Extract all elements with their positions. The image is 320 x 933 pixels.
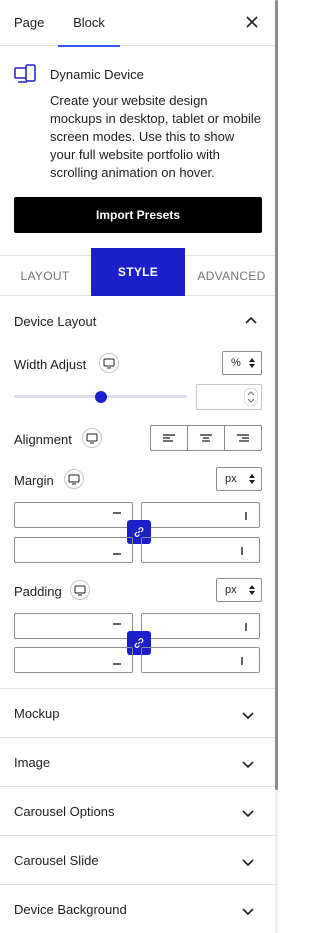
padding-unit-value: px — [225, 584, 237, 596]
panel-title: Image — [14, 755, 51, 770]
panel-title: Carousel Options — [14, 804, 115, 819]
chevron-down-icon — [242, 908, 254, 916]
side-left-icon — [241, 547, 243, 555]
spinner-arrows-icon — [247, 391, 255, 403]
tab-style[interactable]: STYLE — [91, 248, 185, 296]
updown-arrows-icon — [249, 358, 255, 368]
padding-left-input[interactable] — [141, 647, 260, 673]
align-center-icon — [200, 434, 212, 442]
alignment-label: Alignment — [14, 432, 72, 447]
active-tab-indicator — [58, 45, 120, 47]
divider — [0, 835, 275, 836]
chevron-up-icon[interactable] — [244, 314, 258, 328]
side-left-icon — [241, 657, 243, 665]
width-number-input[interactable] — [196, 384, 262, 410]
panel-carousel-options[interactable]: Carousel Options — [0, 788, 275, 836]
tab-advanced[interactable]: ADVANCED — [188, 256, 275, 296]
devices-icon — [14, 64, 36, 83]
padding-bottom-input[interactable] — [14, 647, 133, 673]
tab-block[interactable]: Block — [58, 0, 120, 47]
margin-right-input[interactable] — [141, 502, 260, 528]
chevron-down-icon — [242, 712, 254, 720]
panel-title: Carousel Slide — [14, 853, 99, 868]
side-top-icon — [113, 512, 121, 514]
close-icon[interactable] — [243, 13, 261, 31]
panel-title: Mockup — [14, 706, 60, 721]
chevron-down-icon — [242, 859, 254, 867]
margin-left-input[interactable] — [141, 537, 260, 563]
desktop-icon — [74, 585, 86, 595]
number-spinner[interactable] — [244, 388, 258, 406]
panel-title: Device Background — [14, 902, 127, 917]
side-top-icon — [113, 623, 121, 625]
align-center-button[interactable] — [188, 426, 225, 450]
align-right-button[interactable] — [225, 426, 261, 450]
updown-arrows-icon — [249, 585, 255, 595]
padding-unit-select[interactable]: px — [216, 578, 262, 602]
width-adjust-label: Width Adjust — [14, 357, 87, 372]
tab-page[interactable]: Page — [14, 0, 44, 46]
block-title: Dynamic Device — [50, 67, 144, 82]
panel-mockup[interactable]: Mockup — [0, 690, 275, 738]
tab-block-label: Block — [73, 15, 105, 30]
padding-right-input[interactable] — [141, 613, 260, 639]
responsive-toggle[interactable] — [99, 353, 119, 373]
style-tabs: LAYOUT STYLE ADVANCED — [0, 248, 275, 296]
desktop-icon — [86, 433, 98, 443]
responsive-toggle[interactable] — [64, 469, 84, 489]
side-right-icon — [245, 623, 247, 631]
responsive-toggle[interactable] — [82, 428, 102, 448]
margin-unit-value: px — [225, 473, 237, 485]
margin-bottom-input[interactable] — [14, 537, 133, 563]
divider — [0, 737, 275, 738]
margin-unit-select[interactable]: px — [216, 467, 262, 491]
align-right-icon — [237, 434, 249, 442]
panel-title-device-layout[interactable]: Device Layout — [14, 314, 96, 329]
tab-layout[interactable]: LAYOUT — [0, 256, 90, 296]
import-presets-button[interactable]: Import Presets — [14, 197, 262, 233]
chevron-down-icon — [242, 761, 254, 769]
margin-label: Margin — [14, 473, 54, 488]
responsive-toggle[interactable] — [70, 580, 90, 600]
side-bottom-icon — [113, 663, 121, 665]
align-left-button[interactable] — [151, 426, 188, 450]
sidebar-tabs: Page Block — [0, 0, 275, 47]
panel-carousel-slide[interactable]: Carousel Slide — [0, 837, 275, 885]
divider — [0, 786, 275, 787]
side-bottom-icon — [113, 553, 121, 555]
align-left-icon — [163, 434, 175, 442]
divider — [0, 884, 275, 885]
chevron-down-icon — [242, 810, 254, 818]
alignment-control — [150, 425, 262, 451]
scrollbar-thumb[interactable] — [275, 0, 278, 790]
width-unit-select[interactable]: % — [222, 351, 262, 375]
desktop-icon — [103, 358, 115, 368]
width-slider-handle[interactable] — [94, 391, 107, 403]
block-description: Create your website design mockups in de… — [50, 93, 261, 180]
updown-arrows-icon — [249, 474, 255, 484]
padding-label: Padding — [14, 584, 62, 599]
panel-image[interactable]: Image — [0, 739, 275, 787]
padding-top-input[interactable] — [14, 613, 133, 639]
desktop-icon — [68, 474, 80, 484]
divider — [0, 688, 275, 689]
margin-top-input[interactable] — [14, 502, 133, 528]
scrollbar[interactable] — [275, 0, 278, 933]
side-right-icon — [245, 512, 247, 520]
panel-device-background[interactable]: Device Background — [0, 886, 275, 933]
width-unit-value: % — [231, 357, 241, 369]
